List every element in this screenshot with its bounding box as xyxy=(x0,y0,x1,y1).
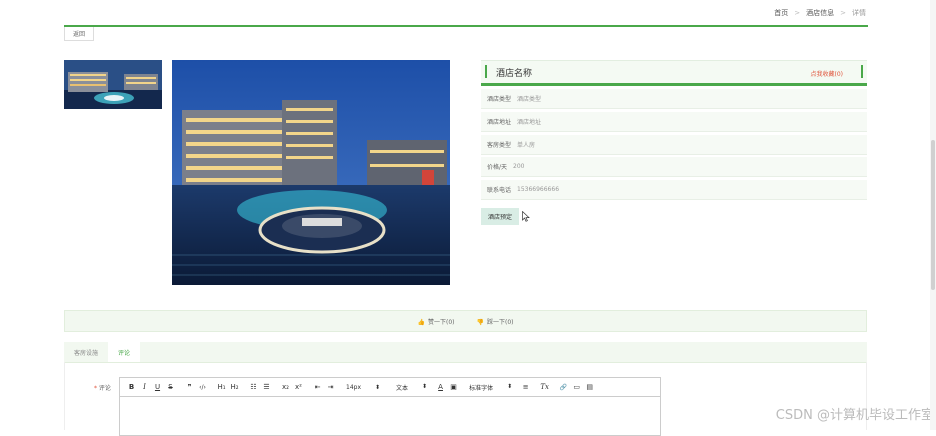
select-arrows-icon: ⬍ xyxy=(422,382,428,390)
header-select[interactable]: 文本 ⬍ xyxy=(396,383,427,392)
strike-button[interactable]: S xyxy=(165,383,176,391)
field-label: 客房类型 xyxy=(487,142,512,149)
thumbs-down-icon: 👎 xyxy=(476,318,484,326)
font-size-value: 14px xyxy=(346,383,361,391)
editor-toolbar: B I U S ❞ ‹/› H₁ H₂ ☷ ☰ x₂ x² ⇤ ⇥ 14px ⬍ … xyxy=(119,377,661,397)
detail-tabs: 客房设施 评论 xyxy=(64,342,867,363)
field-value: 单人房 xyxy=(517,142,536,149)
field-label: 价格/天 xyxy=(487,164,508,171)
header-select-value: 文本 xyxy=(396,384,409,392)
dislike-button[interactable]: 👎 踩一下(0) xyxy=(477,317,514,326)
book-hotel-button[interactable]: 酒店预定 xyxy=(481,208,519,225)
info-row-hotel-address: 酒店地址 酒店地址 xyxy=(481,112,867,132)
page-scrollbar[interactable] xyxy=(930,0,936,430)
quote-icon[interactable]: ❞ xyxy=(184,383,195,391)
watermark: CSDN @计算机毕设工作室 xyxy=(775,408,934,423)
info-row-room-type: 客房类型 单人房 xyxy=(481,135,867,155)
field-value: 200 xyxy=(513,163,525,170)
comment-label-text: 评论 xyxy=(98,385,111,392)
underline-button[interactable]: U xyxy=(152,383,163,391)
breadcrumb-hotel-info[interactable]: 酒店信息 xyxy=(806,8,834,18)
select-arrows-icon: ⬍ xyxy=(507,382,513,390)
font-family-select[interactable]: 标准字体 ⬍ xyxy=(469,383,512,392)
text-color-icon[interactable]: A xyxy=(435,383,446,391)
image-icon[interactable]: ▭ xyxy=(571,383,582,391)
font-size-select[interactable]: 14px ⬍ xyxy=(346,384,380,391)
header-1-button[interactable]: H₁ xyxy=(216,383,227,391)
hotel-thumbnail[interactable] xyxy=(64,60,162,109)
font-family-value: 标准字体 xyxy=(469,384,494,392)
header-2-button[interactable]: H₂ xyxy=(229,383,240,391)
outdent-icon[interactable]: ⇤ xyxy=(312,383,323,391)
breadcrumb: 首页 > 酒店信息 > 详情 xyxy=(774,8,866,18)
mouse-cursor-icon xyxy=(522,211,530,222)
header-divider xyxy=(64,25,868,27)
title-bar-left-accent xyxy=(485,65,487,78)
breadcrumb-separator: > xyxy=(840,9,846,17)
clean-format-icon[interactable]: Tx xyxy=(539,383,550,391)
video-icon[interactable]: ▤ xyxy=(584,383,595,391)
required-mark: * xyxy=(94,385,97,392)
italic-button[interactable]: I xyxy=(139,383,150,391)
tab-comments[interactable]: 评论 xyxy=(108,342,141,362)
bullet-list-icon[interactable]: ☰ xyxy=(261,383,272,391)
thumbs-up-icon: 👍 xyxy=(417,318,425,326)
title-bar-right-accent xyxy=(861,65,863,78)
align-icon[interactable]: ≡ xyxy=(520,383,531,391)
bold-button[interactable]: B xyxy=(126,383,137,391)
superscript-button[interactable]: x² xyxy=(293,383,304,391)
field-value: 酒店地址 xyxy=(517,119,542,126)
hotel-main-image xyxy=(172,60,450,285)
vote-bar: 👍 赞一下(0) 👎 踩一下(0) xyxy=(64,310,867,332)
field-label: 酒店地址 xyxy=(487,119,512,126)
indent-icon[interactable]: ⇥ xyxy=(325,383,336,391)
field-value: 15366966666 xyxy=(517,186,560,193)
background-color-icon[interactable]: ▣ xyxy=(448,383,459,391)
hotel-title-bar: 酒店名称 点我收藏(0) xyxy=(481,60,867,86)
comment-editor[interactable] xyxy=(119,396,661,436)
ordered-list-icon[interactable]: ☷ xyxy=(248,383,259,391)
comment-label: * 评论 xyxy=(94,383,111,392)
subscript-button[interactable]: x₂ xyxy=(280,383,291,391)
scrollbar-thumb[interactable] xyxy=(931,140,935,290)
dislike-label: 踩一下(0) xyxy=(486,318,514,326)
info-row-phone: 联系电话 15366966666 xyxy=(481,180,867,200)
breadcrumb-current: 详情 xyxy=(852,9,866,17)
hotel-name: 酒店名称 xyxy=(496,69,533,79)
tab-room-facilities[interactable]: 客房设施 xyxy=(64,342,108,362)
info-row-hotel-type: 酒店类型 酒店类型 xyxy=(481,89,867,109)
field-label: 联系电话 xyxy=(487,187,512,194)
favorite-button[interactable]: 点我收藏(0) xyxy=(811,69,844,78)
info-row-price: 价格/天 200 xyxy=(481,157,867,177)
like-button[interactable]: 👍 赞一下(0) xyxy=(418,317,455,326)
breadcrumb-home[interactable]: 首页 xyxy=(774,8,788,18)
field-value: 酒店类型 xyxy=(517,96,542,103)
breadcrumb-separator: > xyxy=(794,9,801,17)
back-button[interactable]: 返回 xyxy=(64,27,94,41)
like-label: 赞一下(0) xyxy=(428,318,455,326)
link-icon[interactable]: 🔗 xyxy=(558,384,569,391)
field-label: 酒店类型 xyxy=(487,96,512,103)
code-icon[interactable]: ‹/› xyxy=(197,384,208,391)
select-arrows-icon: ⬍ xyxy=(375,383,381,391)
